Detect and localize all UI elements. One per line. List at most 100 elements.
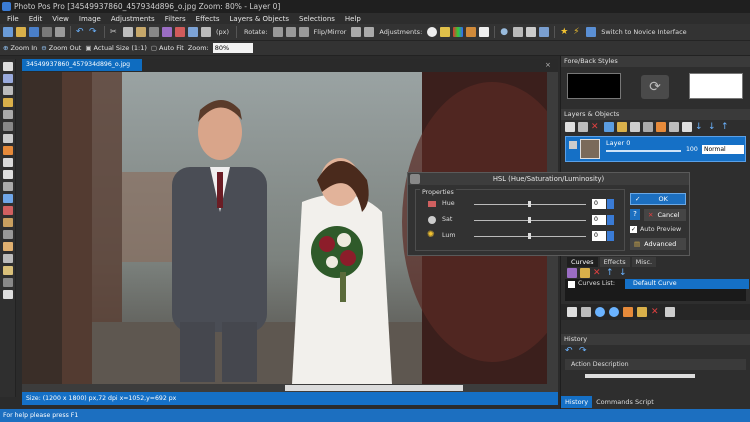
background-swatch[interactable] [689, 73, 743, 99]
curve-down-icon[interactable]: ↓ [619, 268, 629, 278]
eyedropper-tool-icon[interactable] [3, 254, 13, 263]
layer-lock-icon[interactable] [669, 122, 679, 132]
menu-selections[interactable]: Selections [294, 15, 340, 23]
gradient-tool-icon[interactable] [3, 290, 13, 299]
curve-next-icon[interactable] [609, 307, 619, 317]
curve-import-icon[interactable] [637, 307, 647, 317]
smudge-tool-icon[interactable] [3, 230, 13, 239]
burn-tool-icon[interactable] [3, 278, 13, 287]
auto-fit-button[interactable]: ▢ Auto Fit [151, 44, 184, 52]
layer-opacity-value[interactable]: 100 [686, 146, 698, 153]
units-selector[interactable]: (px) [216, 28, 229, 36]
color-balance-icon[interactable] [440, 27, 451, 37]
tab-history[interactable]: History [561, 396, 593, 408]
curve-play-icon[interactable] [595, 307, 605, 317]
actual-size-button[interactable]: ▣ Actual Size (1:1) [85, 44, 147, 52]
curve-clear-icon[interactable]: ✕ [651, 307, 661, 317]
new-layer-icon[interactable] [565, 122, 575, 132]
save-icon[interactable] [29, 27, 39, 37]
fill-tool-icon[interactable] [3, 194, 13, 203]
novice-icon[interactable] [586, 27, 597, 37]
new-icon[interactable] [3, 27, 13, 37]
menu-effects[interactable]: Effects [191, 15, 225, 23]
red-eye-tool-icon[interactable] [3, 242, 13, 251]
default-curve-item[interactable]: Default Curve [625, 279, 749, 289]
drop-icon[interactable]: ● [500, 27, 510, 37]
blend-mode-select[interactable]: Normal [702, 145, 744, 154]
zoom-out-button[interactable]: ⊖ Zoom Out [41, 44, 81, 52]
menu-view[interactable]: View [47, 15, 74, 23]
lasso-tool-icon[interactable] [3, 134, 13, 143]
tab-curves[interactable]: Curves [567, 257, 598, 267]
document-close-button[interactable]: × [545, 61, 553, 69]
rotate-right-icon[interactable] [285, 27, 296, 37]
canvas-icon[interactable] [188, 27, 198, 37]
dodge-tool-icon[interactable] [3, 266, 13, 275]
wand-tool-icon[interactable] [3, 98, 13, 107]
advanced-button[interactable]: ▤ Advanced [630, 238, 686, 250]
history-undo-icon[interactable]: ↶ [565, 346, 575, 356]
history-redo-icon[interactable]: ↷ [579, 346, 589, 356]
zoom-select[interactable]: 80% [212, 43, 253, 53]
flip-vertical-icon[interactable] [364, 27, 375, 37]
tab-commands-script[interactable]: Commands Script [592, 396, 658, 408]
curve-open-icon[interactable] [580, 268, 590, 278]
sat-spin[interactable] [607, 215, 614, 225]
swap-colors-icon[interactable]: ⟳ [641, 75, 669, 99]
menu-layers-objects[interactable]: Layers & Objects [224, 15, 294, 23]
curves-list-checkbox[interactable] [568, 281, 575, 288]
hand-tool-icon[interactable] [3, 74, 13, 83]
curve-delete-icon[interactable]: ✕ [593, 268, 603, 278]
layer-opacity-slider[interactable] [606, 150, 681, 152]
hue-icon[interactable] [453, 27, 464, 37]
brush-tool-icon[interactable] [3, 146, 13, 155]
select-tool-icon[interactable] [3, 62, 13, 71]
menu-image[interactable]: Image [74, 15, 106, 23]
auto-preview-checkbox[interactable]: ✓ [630, 226, 637, 233]
curve-new-icon[interactable] [567, 268, 577, 278]
cut-icon[interactable]: ✂ [110, 27, 120, 37]
ok-button[interactable]: ✓ OK [630, 193, 686, 205]
zoom-tool-icon[interactable] [3, 86, 13, 95]
duplicate-layer-icon[interactable] [578, 122, 588, 132]
levels-icon[interactable] [466, 27, 477, 37]
lum-value[interactable]: 0 [592, 231, 606, 241]
sat-value[interactable]: 0 [592, 215, 606, 225]
cancel-button[interactable]: ✕ Cancel [644, 209, 686, 221]
hue-spin[interactable] [607, 199, 614, 209]
lightning-icon[interactable]: ⚡ [573, 27, 583, 37]
menu-filters[interactable]: Filters [160, 15, 191, 23]
blur-icon[interactable] [526, 27, 537, 37]
layer-mask-icon[interactable] [630, 122, 640, 132]
curve-apply-icon[interactable] [567, 307, 577, 317]
layer-down-icon[interactable]: ↓ [695, 122, 705, 132]
lum-spin[interactable] [607, 231, 614, 241]
rotate-left-icon[interactable] [272, 27, 283, 37]
history-scroll-thumb[interactable] [585, 374, 695, 378]
help-icon[interactable]: ? [630, 209, 640, 220]
crop-icon[interactable] [149, 27, 159, 37]
layer-up-icon[interactable]: ↑ [721, 122, 731, 132]
history-scroll[interactable] [565, 372, 746, 380]
horizontal-scroll-thumb[interactable] [285, 385, 463, 391]
curves-icon[interactable] [479, 27, 490, 37]
scan-icon[interactable] [55, 27, 65, 37]
document-tab[interactable]: 34549937860_457934d896_o.jpg [22, 59, 142, 71]
smooth-icon[interactable] [539, 27, 550, 37]
layer-bottom-icon[interactable]: ↓ [708, 122, 718, 132]
pencil-tool-icon[interactable] [3, 206, 13, 215]
hue-value[interactable]: 0 [592, 199, 606, 209]
crop-tool-icon[interactable] [3, 110, 13, 119]
clone-tool-icon[interactable] [3, 218, 13, 227]
menu-help[interactable]: Help [340, 15, 366, 23]
delete-icon[interactable] [175, 27, 185, 37]
merge-layer-icon[interactable] [604, 122, 614, 132]
curve-settings-icon[interactable] [665, 307, 675, 317]
layer-link-icon[interactable] [682, 122, 692, 132]
print-icon[interactable] [42, 27, 52, 37]
rotate-free-icon[interactable] [298, 27, 309, 37]
auto-preview-row[interactable]: ✓ Auto Preview [630, 226, 681, 233]
tab-effects[interactable]: Effects [599, 257, 630, 267]
layer-props-icon[interactable] [617, 122, 627, 132]
star-icon[interactable]: ★ [560, 27, 570, 37]
